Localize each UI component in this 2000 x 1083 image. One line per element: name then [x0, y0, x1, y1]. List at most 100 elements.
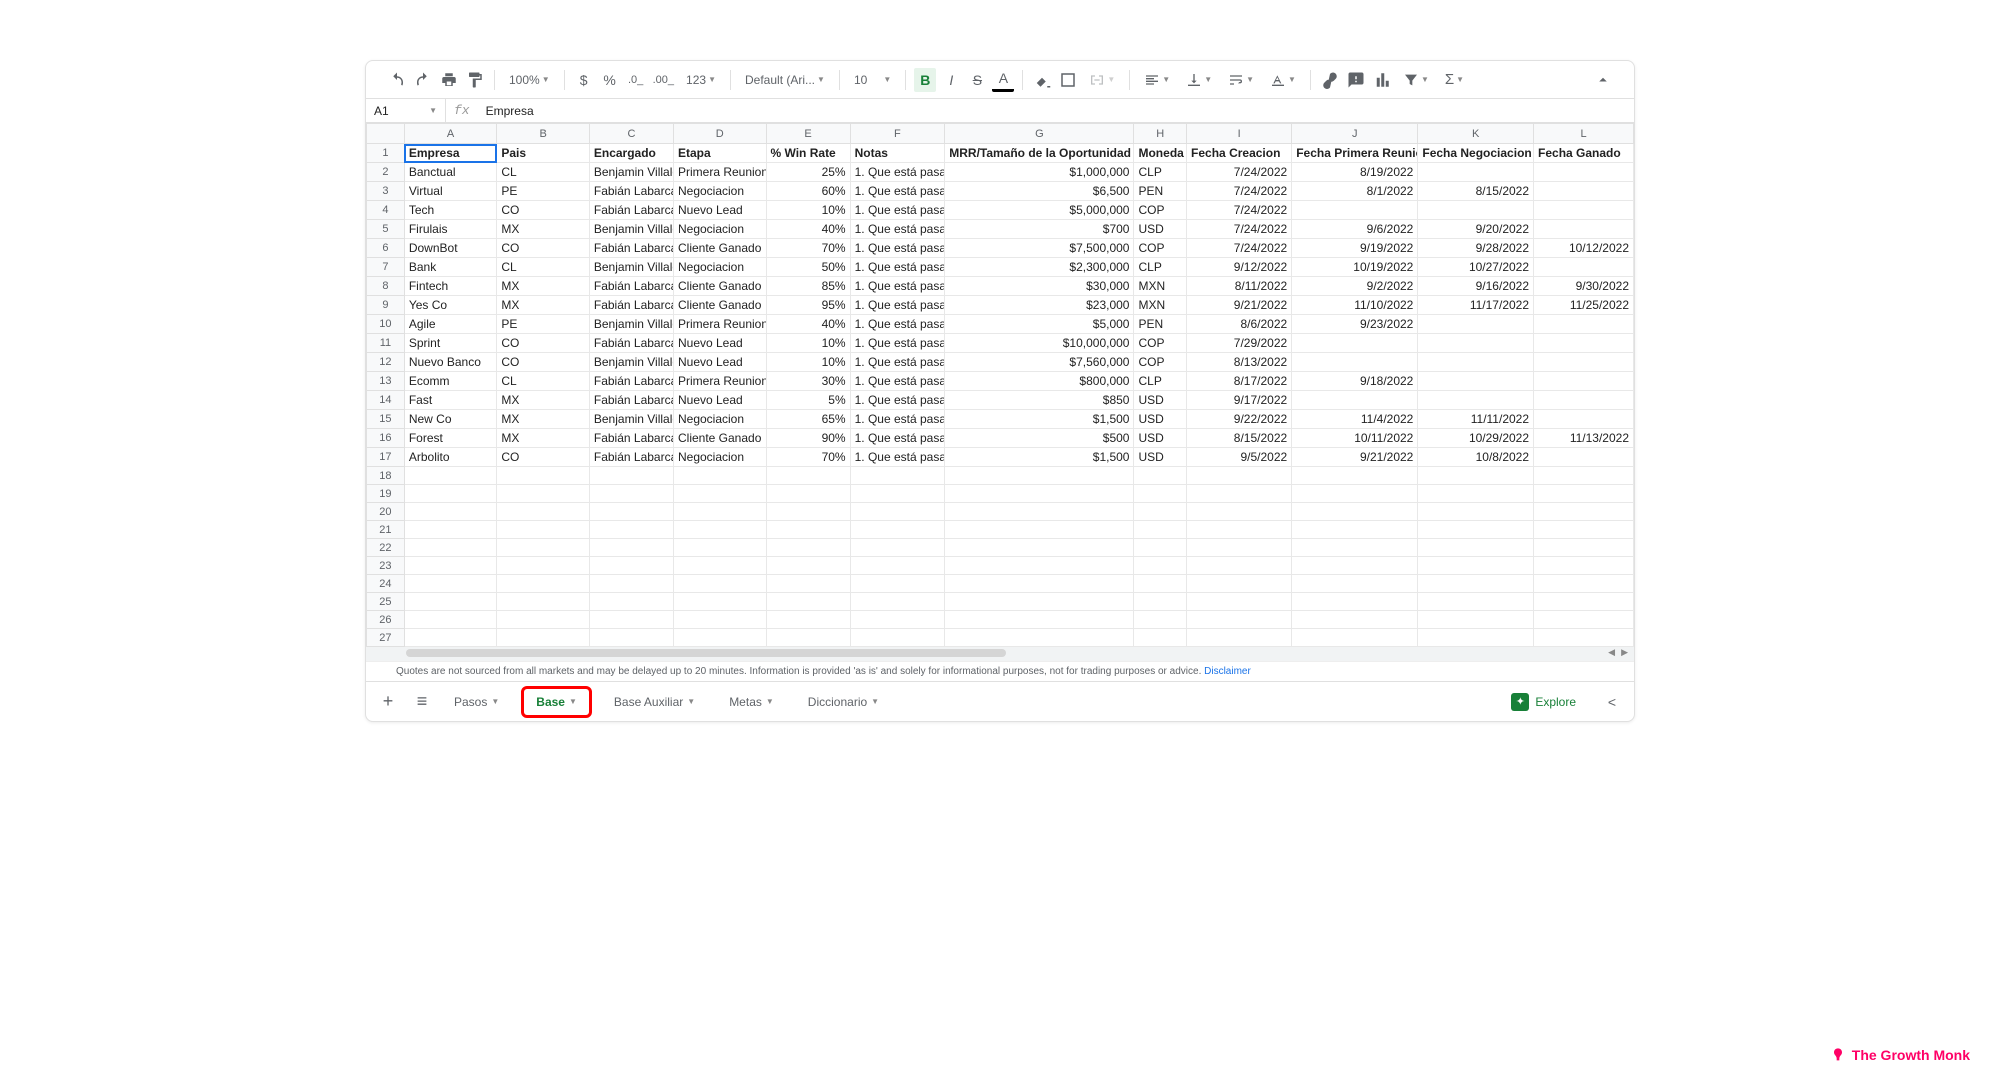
cell[interactable]	[673, 575, 766, 593]
cell[interactable]	[404, 539, 497, 557]
cell[interactable]: Fast	[404, 391, 497, 410]
cell[interactable]	[945, 521, 1134, 539]
cell[interactable]	[589, 539, 673, 557]
cell[interactable]	[1292, 575, 1418, 593]
column-header-J[interactable]: J	[1292, 124, 1418, 144]
cell[interactable]	[589, 575, 673, 593]
cell[interactable]	[766, 575, 850, 593]
cell[interactable]: Benjamin Villalol	[589, 163, 673, 182]
cell[interactable]	[1418, 201, 1534, 220]
fill-color-icon[interactable]	[1031, 68, 1053, 92]
cell[interactable]	[1418, 593, 1534, 611]
cell[interactable]	[404, 485, 497, 503]
row-header[interactable]: 10	[367, 315, 405, 334]
cell[interactable]: 9/17/2022	[1187, 391, 1292, 410]
cell[interactable]	[1187, 539, 1292, 557]
cell[interactable]: $5,000	[945, 315, 1134, 334]
cell[interactable]: 1. Que está pasa	[850, 334, 945, 353]
cell[interactable]	[1134, 629, 1187, 647]
cell[interactable]	[589, 611, 673, 629]
sheet-tab-metas[interactable]: Metas▼	[717, 686, 786, 718]
cell[interactable]: 8/13/2022	[1187, 353, 1292, 372]
cell[interactable]: 10/29/2022	[1418, 429, 1534, 448]
cell[interactable]	[1187, 629, 1292, 647]
cell[interactable]	[497, 575, 590, 593]
cell[interactable]: 9/2/2022	[1292, 277, 1418, 296]
cell[interactable]: 10/11/2022	[1292, 429, 1418, 448]
cell[interactable]	[589, 629, 673, 647]
cell[interactable]: USD	[1134, 448, 1187, 467]
cell[interactable]: MX	[497, 429, 590, 448]
cell[interactable]: $2,300,000	[945, 258, 1134, 277]
cell[interactable]	[766, 539, 850, 557]
text-rotate-button[interactable]: ▼	[1264, 72, 1302, 88]
cell[interactable]	[404, 575, 497, 593]
row-header[interactable]: 25	[367, 593, 405, 611]
column-header-H[interactable]: H	[1134, 124, 1187, 144]
cell[interactable]: $10,000,000	[945, 334, 1134, 353]
cell[interactable]	[1292, 334, 1418, 353]
cell[interactable]	[673, 557, 766, 575]
cell[interactable]	[1418, 315, 1534, 334]
column-header-A[interactable]: A	[404, 124, 497, 144]
cell[interactable]: Nuevo Lead	[673, 353, 766, 372]
cell[interactable]	[945, 611, 1134, 629]
italic-button[interactable]: I	[940, 68, 962, 92]
cell[interactable]: Fabián Labarca	[589, 296, 673, 315]
row-header[interactable]: 8	[367, 277, 405, 296]
cell[interactable]: Benjamin Villalol	[589, 220, 673, 239]
cell[interactable]: 1. Que está pasa	[850, 277, 945, 296]
strikethrough-button[interactable]: S	[966, 68, 988, 92]
cell[interactable]	[1187, 593, 1292, 611]
cell[interactable]	[945, 467, 1134, 485]
currency-icon[interactable]: $	[573, 68, 595, 92]
cell[interactable]: MX	[497, 410, 590, 429]
cell[interactable]	[1418, 611, 1534, 629]
cell[interactable]: Negociacion	[673, 410, 766, 429]
cell[interactable]	[673, 485, 766, 503]
cell[interactable]: Primera Reunion	[673, 315, 766, 334]
sheet-tab-base-auxiliar[interactable]: Base Auxiliar▼	[602, 686, 707, 718]
explore-button[interactable]: ✦ Explore	[1501, 689, 1586, 715]
sheet-tab-diccionario[interactable]: Diccionario▼	[796, 686, 891, 718]
row-header[interactable]: 23	[367, 557, 405, 575]
cell[interactable]	[589, 485, 673, 503]
cell[interactable]: Encargado	[589, 144, 673, 163]
cell[interactable]: Benjamin Villalol	[589, 315, 673, 334]
disclaimer-link[interactable]: Disclaimer	[1204, 666, 1251, 677]
cell[interactable]: Fecha Primera Reunion	[1292, 144, 1418, 163]
cell[interactable]: 8/11/2022	[1187, 277, 1292, 296]
cell[interactable]	[1134, 611, 1187, 629]
cell[interactable]	[766, 467, 850, 485]
number-format-select[interactable]: 123▼	[680, 73, 722, 87]
cell[interactable]: Etapa	[673, 144, 766, 163]
cell[interactable]	[766, 629, 850, 647]
cell[interactable]: Fabián Labarca	[589, 448, 673, 467]
column-header-K[interactable]: K	[1418, 124, 1534, 144]
font-select[interactable]: Default (Ari...▼	[739, 73, 831, 87]
cell[interactable]: 11/10/2022	[1292, 296, 1418, 315]
cell[interactable]: Cliente Ganado	[673, 296, 766, 315]
cell[interactable]	[1418, 467, 1534, 485]
cell[interactable]	[945, 575, 1134, 593]
cell[interactable]	[404, 611, 497, 629]
cell[interactable]: 1. Que está pasa	[850, 182, 945, 201]
cell[interactable]: 9/19/2022	[1292, 239, 1418, 258]
cell[interactable]	[1418, 485, 1534, 503]
row-header[interactable]: 1	[367, 144, 405, 163]
row-header[interactable]: 15	[367, 410, 405, 429]
cell[interactable]	[1534, 467, 1634, 485]
cell[interactable]	[404, 467, 497, 485]
cell[interactable]	[1134, 557, 1187, 575]
column-header-C[interactable]: C	[589, 124, 673, 144]
cell[interactable]	[766, 557, 850, 575]
cell[interactable]	[673, 593, 766, 611]
cell[interactable]: Negociacion	[673, 258, 766, 277]
cell[interactable]	[673, 539, 766, 557]
cell[interactable]	[945, 629, 1134, 647]
cell[interactable]: Negociacion	[673, 220, 766, 239]
cell[interactable]	[766, 521, 850, 539]
cell[interactable]: $850	[945, 391, 1134, 410]
cell[interactable]	[1418, 521, 1534, 539]
cell[interactable]: Nuevo Lead	[673, 334, 766, 353]
